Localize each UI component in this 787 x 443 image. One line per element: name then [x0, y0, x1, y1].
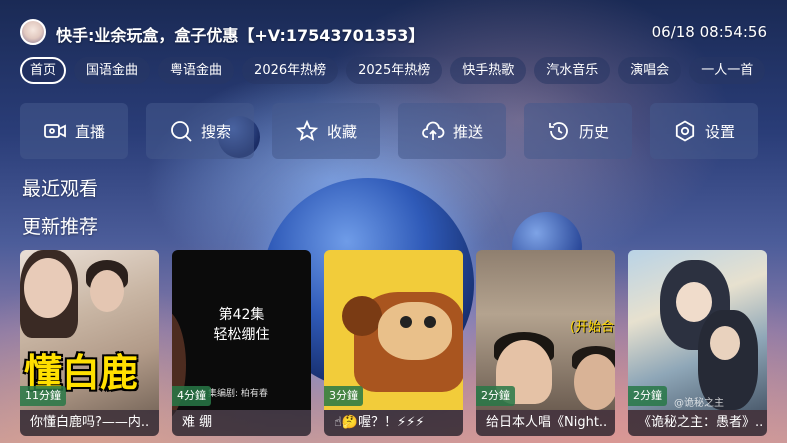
tab-mandarin-hits[interactable]: 国语金曲	[74, 57, 151, 84]
thumbnail-figure	[24, 258, 72, 318]
cloud-upload-icon	[421, 119, 445, 143]
video-card[interactable]: @诡秘之主 2分鐘 《诡秘之主：愚者》..	[628, 250, 767, 436]
thumbnail-figure	[676, 282, 712, 322]
push-label: 推送	[452, 122, 483, 141]
thumbnail-watermark: @诡秘之主	[674, 398, 724, 409]
video-title: 给日本人唱《Night..	[476, 410, 615, 436]
app-title: 快手:业余玩盒，盒子优惠【+V:17543701353】	[56, 26, 425, 45]
favorites-button[interactable]: 收藏	[272, 103, 380, 159]
tab-kuaishou-hot[interactable]: 快手热歌	[450, 57, 527, 84]
history-button[interactable]: 历史	[524, 103, 632, 159]
video-title: ☝🤔喔？！⚡⚡⚡	[324, 410, 463, 436]
video-card[interactable]: 懂白鹿 11分鐘 你懂白鹿吗?——内..	[20, 250, 159, 436]
video-card[interactable]: 第42集 轻松绷住 集编剧: 柏有春 4分鐘 难 绷	[172, 250, 311, 436]
tab-one-song-each[interactable]: 一人一首	[689, 57, 766, 84]
video-card[interactable]: 3分鐘 ☝🤔喔？！⚡⚡⚡	[324, 250, 463, 436]
live-label: 直播	[74, 122, 105, 141]
category-tabs: 首页 国语金曲 粤语金曲 2026年热榜 2025年热榜 快手热歌 汽水音乐 演…	[20, 57, 766, 84]
tab-home[interactable]: 首页	[20, 57, 67, 84]
video-title: 《诡秘之主：愚者》..	[628, 410, 767, 436]
tab-2026-chart[interactable]: 2026年热榜	[242, 57, 339, 84]
cartoon-mouse-face	[378, 302, 452, 360]
thumbnail-figure	[90, 270, 124, 312]
star-icon	[295, 119, 319, 143]
avatar[interactable]	[20, 19, 46, 45]
tab-qishui-music[interactable]: 汽水音乐	[534, 57, 611, 84]
tab-cantonese-hits[interactable]: 粤语金曲	[158, 57, 235, 84]
duration-badge: 11分鐘	[20, 386, 66, 406]
thumbnail-credit: 集编剧: 柏有春	[208, 389, 268, 399]
live-button[interactable]: 直播	[20, 103, 128, 159]
tab-concerts[interactable]: 演唱会	[618, 57, 682, 84]
cartoon-mouse-eye	[424, 316, 436, 328]
thumbnail-overlay-text: (开始合	[570, 320, 615, 335]
thumbnail-figure	[710, 326, 740, 360]
video-title: 你懂白鹿吗?——内..	[20, 410, 159, 436]
duration-badge: 2分鐘	[628, 386, 667, 406]
push-button[interactable]: 推送	[398, 103, 506, 159]
search-icon	[169, 119, 193, 143]
episode-number: 第42集	[218, 307, 265, 323]
updates-section-title: 更新推荐	[22, 216, 99, 238]
recent-section-title: 最近观看	[22, 178, 99, 200]
action-buttons: 直播 搜索 收藏 推送 历史 设置	[20, 103, 758, 159]
history-label: 历史	[578, 122, 609, 141]
settings-button[interactable]: 设置	[650, 103, 758, 159]
duration-badge: 4分鐘	[172, 386, 211, 406]
favorites-label: 收藏	[326, 122, 357, 141]
video-title: 难 绷	[172, 410, 311, 436]
header: 快手:业余玩盒，盒子优惠【+V:17543701353】 06/18 08:54…	[0, 0, 787, 56]
search-button[interactable]: 搜索	[146, 103, 254, 159]
settings-label: 设置	[704, 122, 735, 141]
clock: 06/18 08:54:56	[651, 23, 767, 41]
duration-badge: 2分鐘	[476, 386, 515, 406]
cartoon-mouse-eye	[400, 316, 412, 328]
camera-icon	[43, 119, 67, 143]
tab-2025-chart[interactable]: 2025年热榜	[346, 57, 443, 84]
video-card-list: 懂白鹿 11分鐘 你懂白鹿吗?——内.. 第42集 轻松绷住 集编剧: 柏有春 …	[20, 250, 767, 436]
history-icon	[547, 119, 571, 143]
search-label: 搜索	[200, 122, 231, 141]
video-card[interactable]: (开始合 2分鐘 给日本人唱《Night..	[476, 250, 615, 436]
duration-badge: 3分鐘	[324, 386, 363, 406]
gear-icon	[673, 119, 697, 143]
thumbnail-figure	[574, 354, 615, 410]
episode-subtitle: 轻松绷住	[213, 327, 270, 343]
cartoon-mouse-ear	[342, 296, 382, 336]
